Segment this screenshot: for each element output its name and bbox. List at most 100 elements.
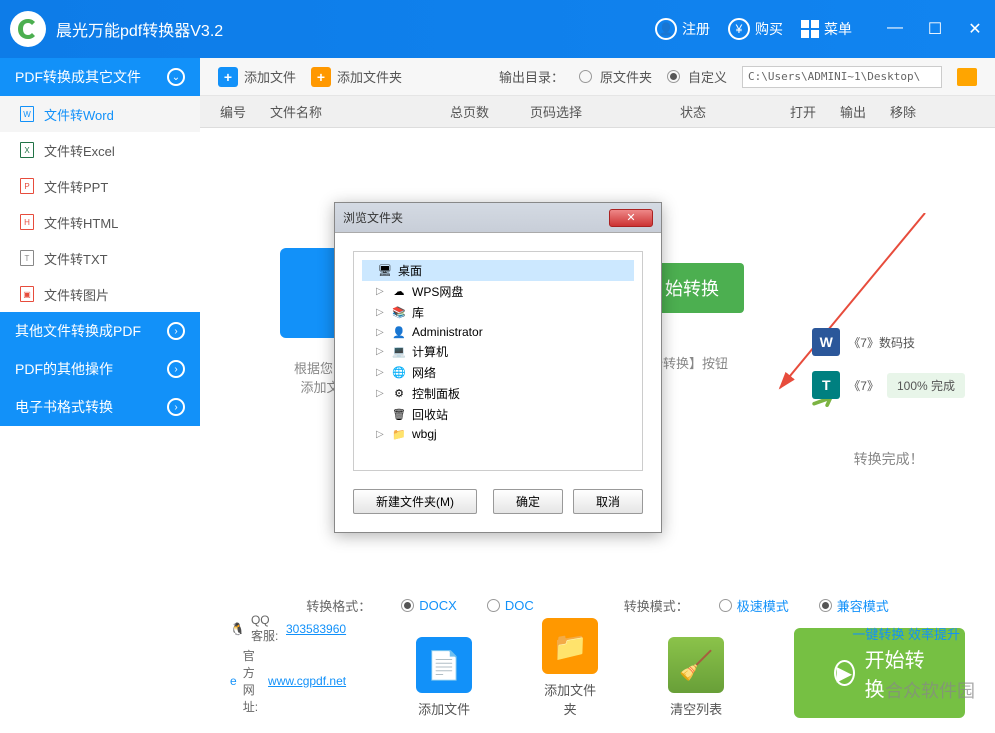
tree-network[interactable]: ▷🌐网络 — [362, 362, 634, 383]
qq-link[interactable]: 303583960 — [286, 622, 346, 636]
expand-icon[interactable]: ▷ — [376, 367, 386, 378]
play-icon: ▶ — [834, 660, 855, 686]
result-area: W 《7》数码技 T 《7》 100% 完成 转换完成！ — [812, 328, 965, 469]
app-title: 晨光万能pdf转换器V3.2 — [56, 17, 655, 41]
ok-button[interactable]: 确定 — [493, 489, 563, 514]
tree-wbgj[interactable]: ▷📁wbgj — [362, 425, 634, 443]
sidebar-item-txt[interactable]: T 文件转TXT — [0, 240, 200, 276]
register-button[interactable]: 👤 注册 — [655, 18, 710, 40]
col-output: 输出 — [830, 102, 880, 121]
recycle-icon: 🗑 — [391, 408, 407, 422]
word-file-icon: W — [812, 328, 840, 356]
expand-icon[interactable]: ▷ — [376, 327, 386, 338]
plus-icon: + — [218, 67, 238, 87]
dialog-title-bar[interactable]: 浏览文件夹 ✕ — [335, 203, 661, 233]
add-folder-button[interactable]: + 添加文件夹 — [311, 67, 402, 87]
contact-info: 🐧QQ 客服: 303583960 e官方网址: www.cgpdf.net — [230, 610, 346, 718]
table-header: 编号 文件名称 总页数 页码选择 状态 打开 输出 移除 — [200, 96, 995, 128]
chevron-down-icon: ⌄ — [167, 68, 185, 86]
sidebar-group-ebook[interactable]: 电子书格式转换 › — [0, 388, 200, 426]
brush-icon: 🧹 — [668, 637, 724, 693]
chevron-right-icon: › — [167, 398, 185, 416]
computer-icon: 💻 — [391, 345, 407, 359]
app-logo — [10, 11, 46, 47]
new-folder-button[interactable]: 新建文件夹(M) — [353, 489, 477, 514]
user-folder-icon: 👤 — [391, 325, 407, 339]
sidebar-group-pdf-to-other[interactable]: PDF转换成其它文件 ⌄ — [0, 58, 200, 96]
tree-desktop[interactable]: 🖥桌面 — [362, 260, 634, 281]
file-icon: T — [812, 371, 840, 399]
desktop-icon: 🖥 — [377, 264, 393, 278]
browse-folder-dialog: 浏览文件夹 ✕ 🖥桌面 ▷☁WPS网盘 ▷📚库 ▷👤Administrator … — [334, 202, 662, 533]
add-file-button[interactable]: + 添加文件 — [218, 67, 296, 87]
done-text: 转换完成！ — [812, 449, 965, 469]
sidebar: PDF转换成其它文件 ⌄ W 文件转Word X 文件转Excel P 文件转P… — [0, 58, 200, 733]
library-icon: 📚 — [391, 306, 407, 320]
folder-plus-icon: 📁 — [542, 618, 598, 674]
sidebar-item-html[interactable]: H 文件转HTML — [0, 204, 200, 240]
network-icon: 🌐 — [391, 366, 407, 380]
expand-icon[interactable]: ▷ — [376, 307, 386, 318]
tree-library[interactable]: ▷📚库 — [362, 302, 634, 323]
dialog-close-button[interactable]: ✕ — [609, 209, 653, 227]
image-icon: ▣ — [20, 286, 34, 302]
col-page-select: 页码选择 — [520, 102, 670, 121]
maximize-button[interactable]: ☐ — [925, 19, 945, 39]
file-plus-icon: 📄 — [416, 637, 472, 693]
expand-icon[interactable]: ▷ — [376, 286, 386, 297]
tree-computer[interactable]: ▷💻计算机 — [362, 341, 634, 362]
minimize-button[interactable]: — — [885, 19, 905, 39]
col-remove: 移除 — [880, 102, 930, 121]
sidebar-group-pdf-ops[interactable]: PDF的其他操作 › — [0, 350, 200, 388]
tree-admin[interactable]: ▷👤Administrator — [362, 323, 634, 341]
result-item: W 《7》数码技 — [812, 328, 965, 356]
col-status: 状态 — [670, 102, 780, 121]
cancel-button[interactable]: 取消 — [573, 489, 643, 514]
word-icon: W — [20, 106, 34, 122]
title-bar: 晨光万能pdf转换器V3.2 👤 注册 ¥ 购买 菜单 — ☐ ✕ — [0, 0, 995, 58]
close-button[interactable]: ✕ — [965, 19, 985, 39]
sidebar-item-excel[interactable]: X 文件转Excel — [0, 132, 200, 168]
folder-icon: 📁 — [391, 427, 407, 441]
path-input[interactable] — [742, 66, 942, 88]
browse-folder-button[interactable] — [957, 68, 977, 86]
progress-badge: 100% 完成 — [887, 373, 965, 398]
radio-original[interactable]: 原文件夹 — [579, 67, 652, 86]
chevron-right-icon: › — [167, 360, 185, 378]
user-icon: 👤 — [655, 18, 677, 40]
toolbar: + 添加文件 + 添加文件夹 输出目录： 原文件夹 自定义 — [200, 58, 995, 96]
col-filename: 文件名称 — [260, 102, 440, 121]
col-number: 编号 — [200, 102, 260, 121]
chevron-right-icon: › — [167, 322, 185, 340]
bottom-add-file[interactable]: 📄 添加文件 — [416, 637, 472, 718]
radio-icon — [579, 70, 592, 83]
result-item: T 《7》 100% 完成 — [812, 371, 965, 399]
sidebar-group-other-to-pdf[interactable]: 其他文件转换成PDF › — [0, 312, 200, 350]
qq-icon: 🐧 — [230, 622, 245, 636]
sidebar-item-word[interactable]: W 文件转Word — [0, 96, 200, 132]
col-pages: 总页数 — [440, 102, 520, 121]
buy-button[interactable]: ¥ 购买 — [728, 18, 783, 40]
excel-icon: X — [20, 142, 34, 158]
menu-button[interactable]: 菜单 — [801, 19, 852, 39]
bottom-add-folder[interactable]: 📁 添加文件夹 — [542, 618, 598, 718]
expand-icon[interactable]: ▷ — [376, 388, 386, 399]
tree-control-panel[interactable]: ▷⚙控制面板 — [362, 383, 634, 404]
output-dir-label: 输出目录： — [499, 67, 564, 86]
sidebar-item-image[interactable]: ▣ 文件转图片 — [0, 276, 200, 312]
expand-icon[interactable]: ▷ — [376, 429, 386, 440]
site-link[interactable]: www.cgpdf.net — [268, 674, 346, 688]
tree-recycle[interactable]: 🗑回收站 — [362, 404, 634, 425]
control-panel-icon: ⚙ — [391, 387, 407, 401]
grid-icon — [801, 20, 819, 38]
yen-icon: ¥ — [728, 18, 750, 40]
tree-wps[interactable]: ▷☁WPS网盘 — [362, 281, 634, 302]
bottom-bar: 🐧QQ 客服: 303583960 e官方网址: www.cgpdf.net 📄… — [200, 600, 995, 733]
promo-link[interactable]: 一键转换 效率提升 — [852, 624, 960, 643]
bottom-clear[interactable]: 🧹 清空列表 — [668, 637, 724, 718]
sidebar-item-ppt[interactable]: P 文件转PPT — [0, 168, 200, 204]
radio-custom[interactable]: 自定义 — [667, 67, 727, 86]
col-open: 打开 — [780, 102, 830, 121]
expand-icon[interactable]: ▷ — [376, 346, 386, 357]
html-icon: H — [20, 214, 34, 230]
